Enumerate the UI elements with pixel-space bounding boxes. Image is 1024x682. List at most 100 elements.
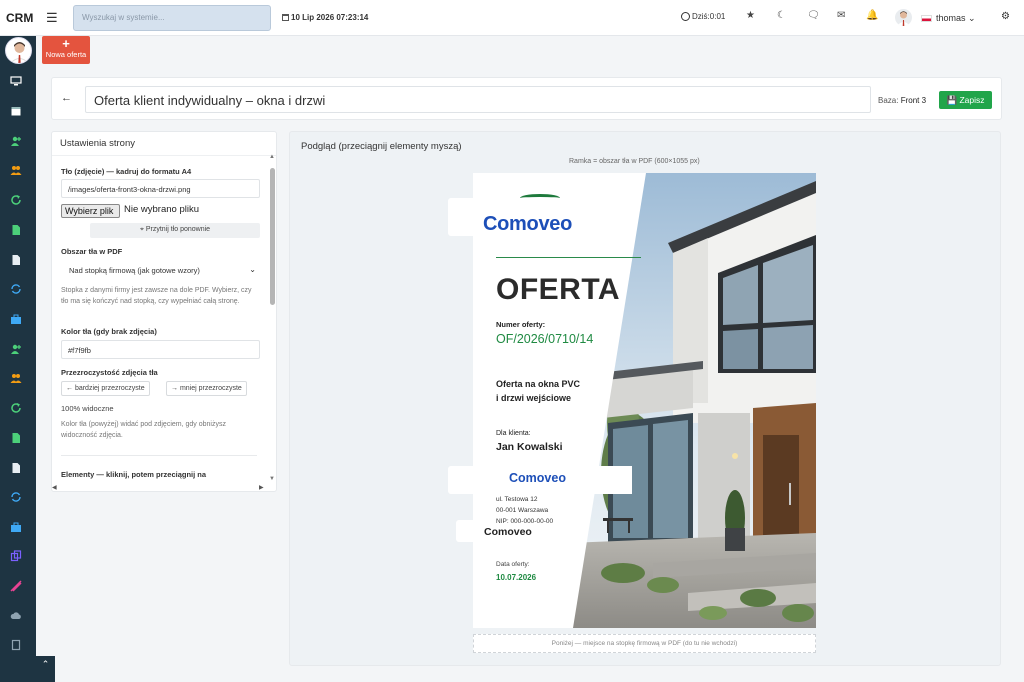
- opacity-help: Kolor tła (powyżej) widać pod zdjęciem, …: [61, 421, 226, 439]
- company-logo[interactable]: Comoveo: [483, 213, 572, 236]
- address-line3[interactable]: NIP: 000-000-00-00: [496, 518, 553, 524]
- plus-icon: +: [62, 36, 70, 51]
- new-offer-button[interactable]: + Nowa oferta: [42, 36, 90, 64]
- save-label: Zapisz: [959, 95, 985, 105]
- offer-title-input[interactable]: Oferta klient indywidualny – okna i drzw…: [85, 86, 871, 113]
- users-icon[interactable]: [10, 164, 22, 176]
- green-divider[interactable]: [496, 257, 641, 258]
- opacity-label: Przezroczystość zdjęcia tła: [61, 368, 158, 377]
- bg-color-input[interactable]: #f7f9fb: [61, 340, 260, 359]
- copy-icon[interactable]: [10, 550, 22, 562]
- monitor-icon[interactable]: [10, 75, 22, 87]
- cloud-icon[interactable]: [10, 610, 22, 622]
- user-menu[interactable]: thomas ⌄: [936, 13, 976, 24]
- tools-icon[interactable]: [10, 580, 22, 592]
- page-icon[interactable]: [10, 639, 22, 651]
- visibility-value: 100% widoczne: [61, 404, 114, 413]
- address-line1[interactable]: ul. Testowa 12: [496, 496, 537, 503]
- sync-icon[interactable]: [10, 283, 22, 295]
- small-logo[interactable]: Comoveo: [484, 526, 532, 538]
- editor-header: ← Oferta klient indywidualny – okna i dr…: [51, 77, 1002, 120]
- client-label[interactable]: Dla klienta:: [496, 430, 531, 437]
- offer-subject-line2[interactable]: i drzwi wejściowe: [496, 391, 571, 405]
- offer-number[interactable]: OF/2026/0710/14: [496, 332, 593, 346]
- offer-date[interactable]: 10.07.2026: [496, 573, 536, 582]
- document-green-icon-2[interactable]: [10, 432, 22, 444]
- document-icon-2[interactable]: [10, 462, 22, 474]
- star-icon[interactable]: ★: [746, 11, 755, 21]
- sidebar-avatar[interactable]: [5, 37, 32, 64]
- user-avatar[interactable]: [895, 9, 912, 26]
- refresh-icon[interactable]: [10, 194, 22, 206]
- page-settings-panel: Ustawienia strony Tło (zdjęcie) — kadruj…: [51, 131, 277, 492]
- settings-heading: Ustawienia strony: [52, 132, 276, 156]
- username-text: thomas: [936, 13, 966, 23]
- recrop-button[interactable]: ⌖ Przytnij tło ponownie: [90, 223, 260, 238]
- logo-element-overflow[interactable]: [448, 198, 474, 236]
- add-user-icon-2[interactable]: [10, 343, 22, 355]
- scroll-thumb[interactable]: [270, 168, 275, 305]
- back-arrow-icon[interactable]: ←: [61, 93, 72, 104]
- calendar-icon: [282, 14, 289, 21]
- more-transparent-button[interactable]: ← bardziej przezroczyste: [61, 381, 150, 396]
- offer-heading[interactable]: OFERTA: [496, 273, 620, 307]
- current-datetime: 10 Lip 2026 07:23:14: [282, 13, 368, 22]
- bell-icon[interactable]: 🔔: [866, 11, 878, 21]
- refresh-icon-2[interactable]: [10, 402, 22, 414]
- calendar-nav-icon[interactable]: [10, 105, 22, 117]
- scroll-down-icon[interactable]: ▼: [269, 476, 275, 482]
- offer-subject-line1[interactable]: Oferta na okna PVC: [496, 377, 580, 391]
- scroll-top-button[interactable]: ⌃: [36, 656, 55, 682]
- document-icon[interactable]: [10, 254, 22, 266]
- logo-arc-decoration: [520, 194, 560, 202]
- chat-icon[interactable]: 🗨: [807, 11, 820, 21]
- bg-image-label: Tło (zdjęcie) — kadruj do formatu A4: [61, 167, 192, 176]
- less-transparent-button[interactable]: → mniej przezroczyste: [166, 381, 247, 396]
- new-offer-label: Nowa oferta: [45, 50, 87, 59]
- sidebar: [0, 36, 36, 682]
- menu-toggle-icon[interactable]: ☰: [46, 11, 58, 24]
- choose-file-button[interactable]: Wybierz plik: [61, 204, 120, 218]
- today-text: Dziś:0:01: [692, 12, 726, 21]
- base-value: Front 3: [900, 96, 927, 105]
- chevron-down-icon: ⌄: [968, 13, 976, 23]
- mail-icon[interactable]: ✉: [837, 11, 845, 21]
- pdf-page-canvas[interactable]: Comoveo OFERTA Numer oferty: OF/2026/071…: [473, 173, 816, 628]
- clock-icon: [681, 12, 690, 21]
- small-logo-overflow[interactable]: [456, 520, 474, 542]
- scroll-left-icon[interactable]: ◀: [52, 484, 57, 491]
- scroll-right-icon[interactable]: ▶: [259, 484, 264, 491]
- bg-area-help: Stopka z danymi firmy jest zawsze na dol…: [61, 287, 252, 305]
- bg-area-select[interactable]: Nad stopką firmową (jak gotowe wzory) ⌄: [61, 261, 260, 279]
- logo-box-text: Comoveo: [509, 471, 566, 485]
- client-name[interactable]: Jan Kowalski: [496, 441, 563, 453]
- settings-gears-icon[interactable]: ⚙: [1001, 11, 1010, 22]
- bg-image-path-input[interactable]: /images/oferta-front3-okna-drzwi.png: [61, 179, 260, 198]
- document-green-icon[interactable]: [10, 224, 22, 236]
- frame-note: Ramka = obszar tła w PDF (600×1055 px): [569, 158, 700, 165]
- settings-scrollbar[interactable]: ▲ ▼: [268, 154, 276, 486]
- address-line2[interactable]: 00-001 Warszawa: [496, 507, 548, 514]
- add-user-icon[interactable]: [10, 135, 22, 147]
- datetime-text: 10 Lip 2026 07:23:14: [291, 13, 369, 22]
- briefcase-icon[interactable]: [10, 313, 22, 325]
- section-divider: [61, 455, 257, 456]
- scroll-up-icon[interactable]: ▲: [269, 154, 275, 160]
- brand-logo[interactable]: CRM: [6, 11, 33, 25]
- offer-date-label[interactable]: Data oferty:: [496, 561, 530, 568]
- logo-box-element[interactable]: Comoveo: [473, 466, 632, 494]
- search-input[interactable]: Wyszukaj w systemie...: [73, 5, 271, 31]
- preview-heading: Podgląd (przeciągnij elementy myszą): [301, 141, 462, 152]
- users-icon-2[interactable]: [10, 372, 22, 384]
- briefcase-icon-2[interactable]: [10, 521, 22, 533]
- footer-zone: Poniżej — miejsce na stopkę firmową w PD…: [473, 634, 816, 653]
- save-icon: 💾: [946, 95, 958, 105]
- today-timer[interactable]: Dziś:0:01: [681, 12, 725, 21]
- moon-icon[interactable]: ☾: [777, 11, 786, 21]
- logo-box-overflow[interactable]: [448, 466, 474, 494]
- language-flag-icon[interactable]: [921, 15, 932, 22]
- offer-number-label[interactable]: Numer oferty:: [496, 320, 545, 329]
- chevron-down-icon: ⌄: [249, 265, 256, 274]
- sync-icon-2[interactable]: [10, 491, 22, 503]
- save-button[interactable]: 💾 Zapisz: [939, 91, 992, 109]
